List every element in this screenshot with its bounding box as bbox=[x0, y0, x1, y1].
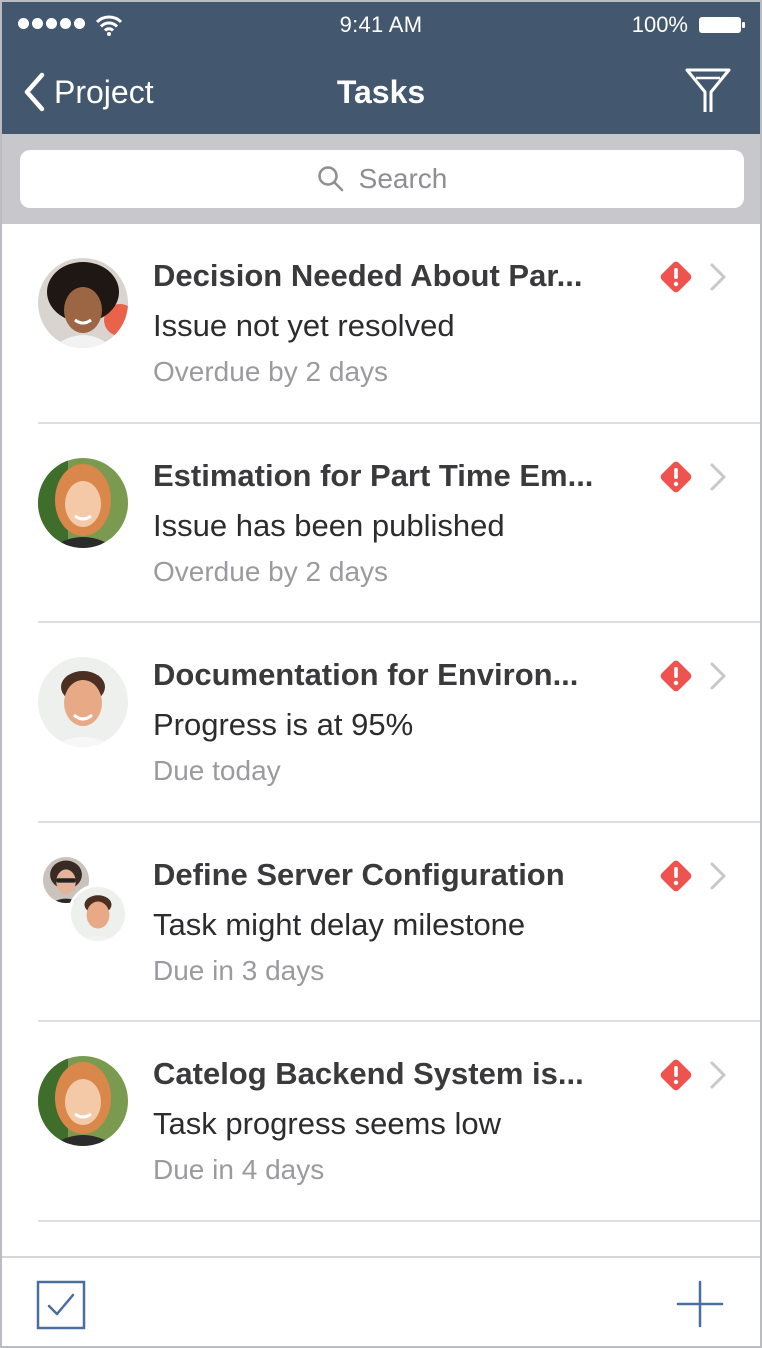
avatar bbox=[38, 1056, 128, 1146]
task-due: Due today bbox=[153, 755, 281, 786]
avatar bbox=[38, 457, 128, 548]
task-row[interactable]: Documentation for Environ... Progress is… bbox=[2, 623, 760, 823]
battery-icon bbox=[699, 17, 745, 33]
task-row[interactable]: Catelog Backend System is... Task progre… bbox=[2, 1022, 760, 1222]
task-row[interactable]: Estimation for Part Time Em... Issue has… bbox=[2, 424, 760, 623]
task-subtitle: Task might delay milestone bbox=[153, 906, 526, 942]
chevron-right-icon bbox=[710, 862, 726, 889]
avatar bbox=[38, 258, 128, 348]
header: 9:41 AM 100% Project Tasks bbox=[2, 2, 760, 134]
divider bbox=[38, 1219, 760, 1222]
task-title: Catelog Backend System is... bbox=[153, 1056, 584, 1091]
search-placeholder: Search bbox=[358, 163, 448, 194]
filter-icon[interactable] bbox=[684, 66, 732, 116]
task-row[interactable]: Decision Needed About Par... Issue not y… bbox=[2, 224, 760, 424]
alert-icon bbox=[660, 261, 692, 293]
alert-icon bbox=[660, 660, 692, 692]
task-title: Estimation for Part Time Em... bbox=[153, 457, 594, 493]
task-subtitle: Issue has been published bbox=[153, 507, 505, 543]
search-input[interactable]: Search bbox=[20, 150, 744, 208]
chevron-right-icon bbox=[710, 463, 726, 490]
battery-percentage: 100% bbox=[631, 12, 688, 37]
bottom-toolbar bbox=[2, 1256, 760, 1346]
chevron-right-icon bbox=[710, 263, 726, 291]
alert-icon bbox=[660, 860, 692, 891]
task-title: Decision Needed About Par... bbox=[153, 258, 583, 293]
page-title: Tasks bbox=[336, 74, 426, 110]
chevron-right-icon bbox=[710, 662, 726, 690]
avatar bbox=[68, 883, 128, 944]
task-subtitle: Progress is at 95% bbox=[153, 707, 414, 742]
task-subtitle: Issue not yet resolved bbox=[153, 308, 455, 343]
status-bar: 9:41 AM 100% bbox=[2, 2, 760, 46]
task-list: Decision Needed About Par... Issue not y… bbox=[2, 224, 760, 1222]
checkbox-icon[interactable] bbox=[36, 1280, 86, 1330]
app-screen: 9:41 AM 100% Project Tasks Search Decisi… bbox=[0, 0, 762, 1348]
task-due: Overdue by 2 days bbox=[153, 356, 389, 387]
chevron-right-icon bbox=[710, 1061, 726, 1089]
task-subtitle: Task progress seems low bbox=[153, 1106, 502, 1141]
task-row[interactable]: Define Server Configuration Task might d… bbox=[2, 823, 760, 1022]
avatar bbox=[38, 657, 128, 747]
task-due: Overdue by 2 days bbox=[153, 555, 389, 587]
task-title: Documentation for Environ... bbox=[153, 657, 579, 692]
task-due: Due in 4 days bbox=[153, 1154, 325, 1185]
task-title: Define Server Configuration bbox=[153, 856, 565, 892]
alert-icon bbox=[660, 1059, 692, 1091]
alert-icon bbox=[660, 461, 692, 492]
navigation-bar: Project Tasks bbox=[2, 58, 760, 128]
search-bar-container: Search bbox=[2, 134, 760, 224]
plus-icon[interactable] bbox=[676, 1280, 724, 1328]
task-due: Due in 3 days bbox=[153, 954, 325, 986]
search-icon bbox=[317, 166, 343, 192]
